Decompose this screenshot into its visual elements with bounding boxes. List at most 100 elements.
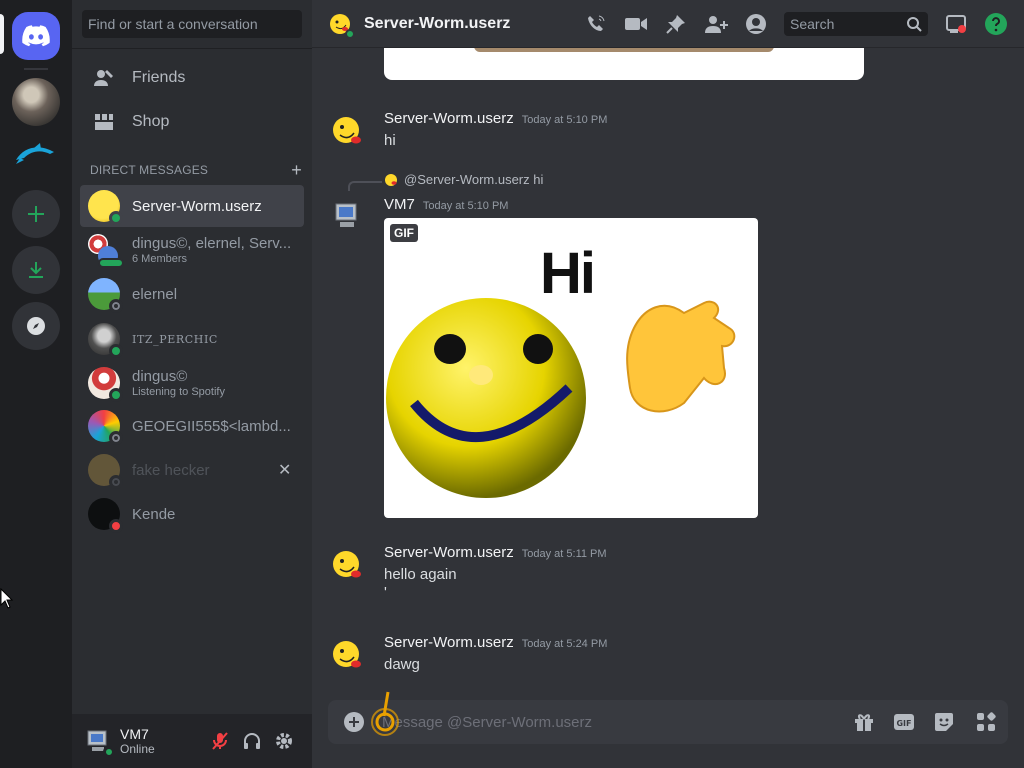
mouse-cursor-icon — [0, 588, 14, 609]
click-indicator-icon — [371, 691, 399, 736]
avatar[interactable] — [330, 198, 366, 234]
create-dm-button[interactable]: + — [291, 160, 302, 181]
download-icon — [29, 262, 43, 278]
discord-app: Find or start a conversation Friends Sho… — [0, 0, 1024, 768]
dm-item-server-worm[interactable]: Server-Worm.userz — [80, 185, 304, 227]
message-text: hi — [384, 132, 396, 149]
server-icon-photo[interactable] — [12, 78, 60, 126]
message: Server-Worm.userz Today at 5:10 PM hi — [312, 110, 1024, 158]
status-dnd-icon — [109, 519, 123, 533]
user-profile-button[interactable] — [744, 12, 768, 36]
shop-nav-item[interactable]: Shop — [80, 101, 304, 143]
previous-image-attachment[interactable] — [384, 48, 864, 80]
dm-item-dingus[interactable]: dingus© Listening to Spotify — [80, 362, 304, 404]
dm-name: Kende — [132, 505, 176, 523]
compass-icon — [27, 317, 45, 335]
message-timestamp: Today at 5:24 PM — [521, 638, 608, 650]
close-dm-icon[interactable]: ✕ — [278, 460, 291, 480]
status-online-icon — [103, 746, 115, 758]
video-icon — [625, 18, 647, 30]
search-input[interactable]: Find or start a conversation — [82, 10, 302, 38]
upload-button[interactable] — [342, 710, 366, 734]
dm-header-label: Direct Messages — [90, 163, 209, 177]
status-online-icon — [109, 388, 123, 402]
dm-sidebar: Find or start a conversation Friends Sho… — [72, 0, 312, 768]
search-placeholder: Search — [790, 16, 835, 32]
sticker-icon — [935, 713, 953, 731]
message: Server-Worm.userz Today at 5:24 PM dawg — [312, 634, 1024, 684]
friends-icon — [88, 62, 120, 94]
sticker-button[interactable] — [932, 710, 956, 734]
reply-preview[interactable]: @Server-Worm.userz hi — [384, 172, 543, 187]
mute-button[interactable] — [204, 725, 236, 757]
message-timestamp: Today at 5:10 PM — [521, 114, 608, 126]
user-status: Online — [120, 742, 155, 756]
dm-item-kende[interactable]: Kende — [80, 493, 304, 535]
message-text: hello again — [384, 566, 457, 583]
shop-label: Shop — [132, 113, 170, 130]
headphones-icon — [244, 733, 260, 749]
dm-item-geoegii[interactable]: GEOEGII555$<lambd... — [80, 405, 304, 447]
search-input[interactable]: Search — [784, 12, 928, 36]
dm-item-fake-hecker[interactable]: fake hecker — [80, 449, 304, 491]
message-timestamp: Today at 5:10 PM — [422, 200, 509, 212]
pinned-messages-button[interactable] — [664, 12, 688, 36]
channel-header: Server-Worm.userz Search — [312, 0, 1024, 48]
dm-name: Server-Worm.userz — [132, 197, 262, 215]
discord-logo-icon — [22, 25, 50, 47]
apps-button[interactable] — [964, 700, 1008, 744]
dm-item-group[interactable]: dingus©, elernel, Serv... 6 Members — [80, 229, 304, 271]
waving-smiley-icon — [386, 298, 736, 498]
avatar[interactable] — [330, 548, 366, 584]
avatar — [88, 190, 123, 225]
avatar — [88, 410, 123, 445]
message-author[interactable]: Server-Worm.userz — [384, 634, 514, 651]
plus-icon — [344, 712, 364, 732]
message-author[interactable]: VM7 — [384, 196, 415, 213]
dolphin-icon — [16, 143, 54, 164]
friends-label: Friends — [132, 69, 186, 86]
avatar[interactable] — [330, 114, 366, 150]
start-video-button[interactable] — [624, 12, 648, 36]
dm-name: fake hecker — [132, 461, 210, 479]
home-button[interactable] — [12, 12, 60, 60]
gif-button[interactable]: GIF — [892, 710, 916, 734]
message-input[interactable]: Message @Server-Worm.userz — [382, 714, 844, 731]
mic-muted-icon — [212, 732, 228, 750]
apps-icon — [977, 712, 996, 731]
gif-icon: GIF — [894, 714, 914, 730]
avatar[interactable] — [330, 638, 366, 674]
server-rail — [0, 0, 72, 768]
gif-attachment[interactable]: GIF Hi — [384, 218, 758, 518]
add-friends-to-dm-button[interactable] — [704, 12, 728, 36]
status-offline-icon — [109, 431, 123, 445]
shop-icon — [88, 106, 120, 138]
download-apps-button[interactable] — [12, 246, 60, 294]
dm-item-itz-perchic[interactable]: ITZ_PERCHIC — [80, 318, 304, 360]
profile-icon — [746, 14, 766, 34]
group-count-badge — [98, 258, 124, 268]
start-call-button[interactable] — [584, 12, 608, 36]
phone-icon — [588, 15, 605, 31]
reply-connector — [348, 181, 382, 191]
explore-servers-button[interactable] — [12, 302, 60, 350]
server-icon-dolphin[interactable] — [12, 130, 60, 178]
message-author[interactable]: Server-Worm.userz — [384, 544, 514, 561]
user-avatar[interactable] — [84, 727, 115, 758]
help-button[interactable] — [984, 12, 1008, 36]
dm-item-elernel[interactable]: elernel — [80, 273, 304, 315]
user-settings-button[interactable] — [268, 725, 300, 757]
username: VM7 — [120, 726, 149, 742]
dm-name: dingus© — [132, 368, 188, 385]
gift-button[interactable] — [852, 710, 876, 734]
deafen-button[interactable] — [236, 725, 268, 757]
dm-name: dingus©, elernel, Serv... — [132, 235, 292, 252]
friends-nav-item[interactable]: Friends — [80, 57, 304, 99]
image-content — [474, 48, 774, 52]
message-author[interactable]: Server-Worm.userz — [384, 110, 514, 127]
inbox-button[interactable] — [944, 12, 968, 36]
help-icon — [985, 13, 1007, 35]
dm-name: elernel — [132, 285, 178, 303]
add-server-button[interactable] — [12, 190, 60, 238]
gift-icon — [855, 714, 873, 731]
